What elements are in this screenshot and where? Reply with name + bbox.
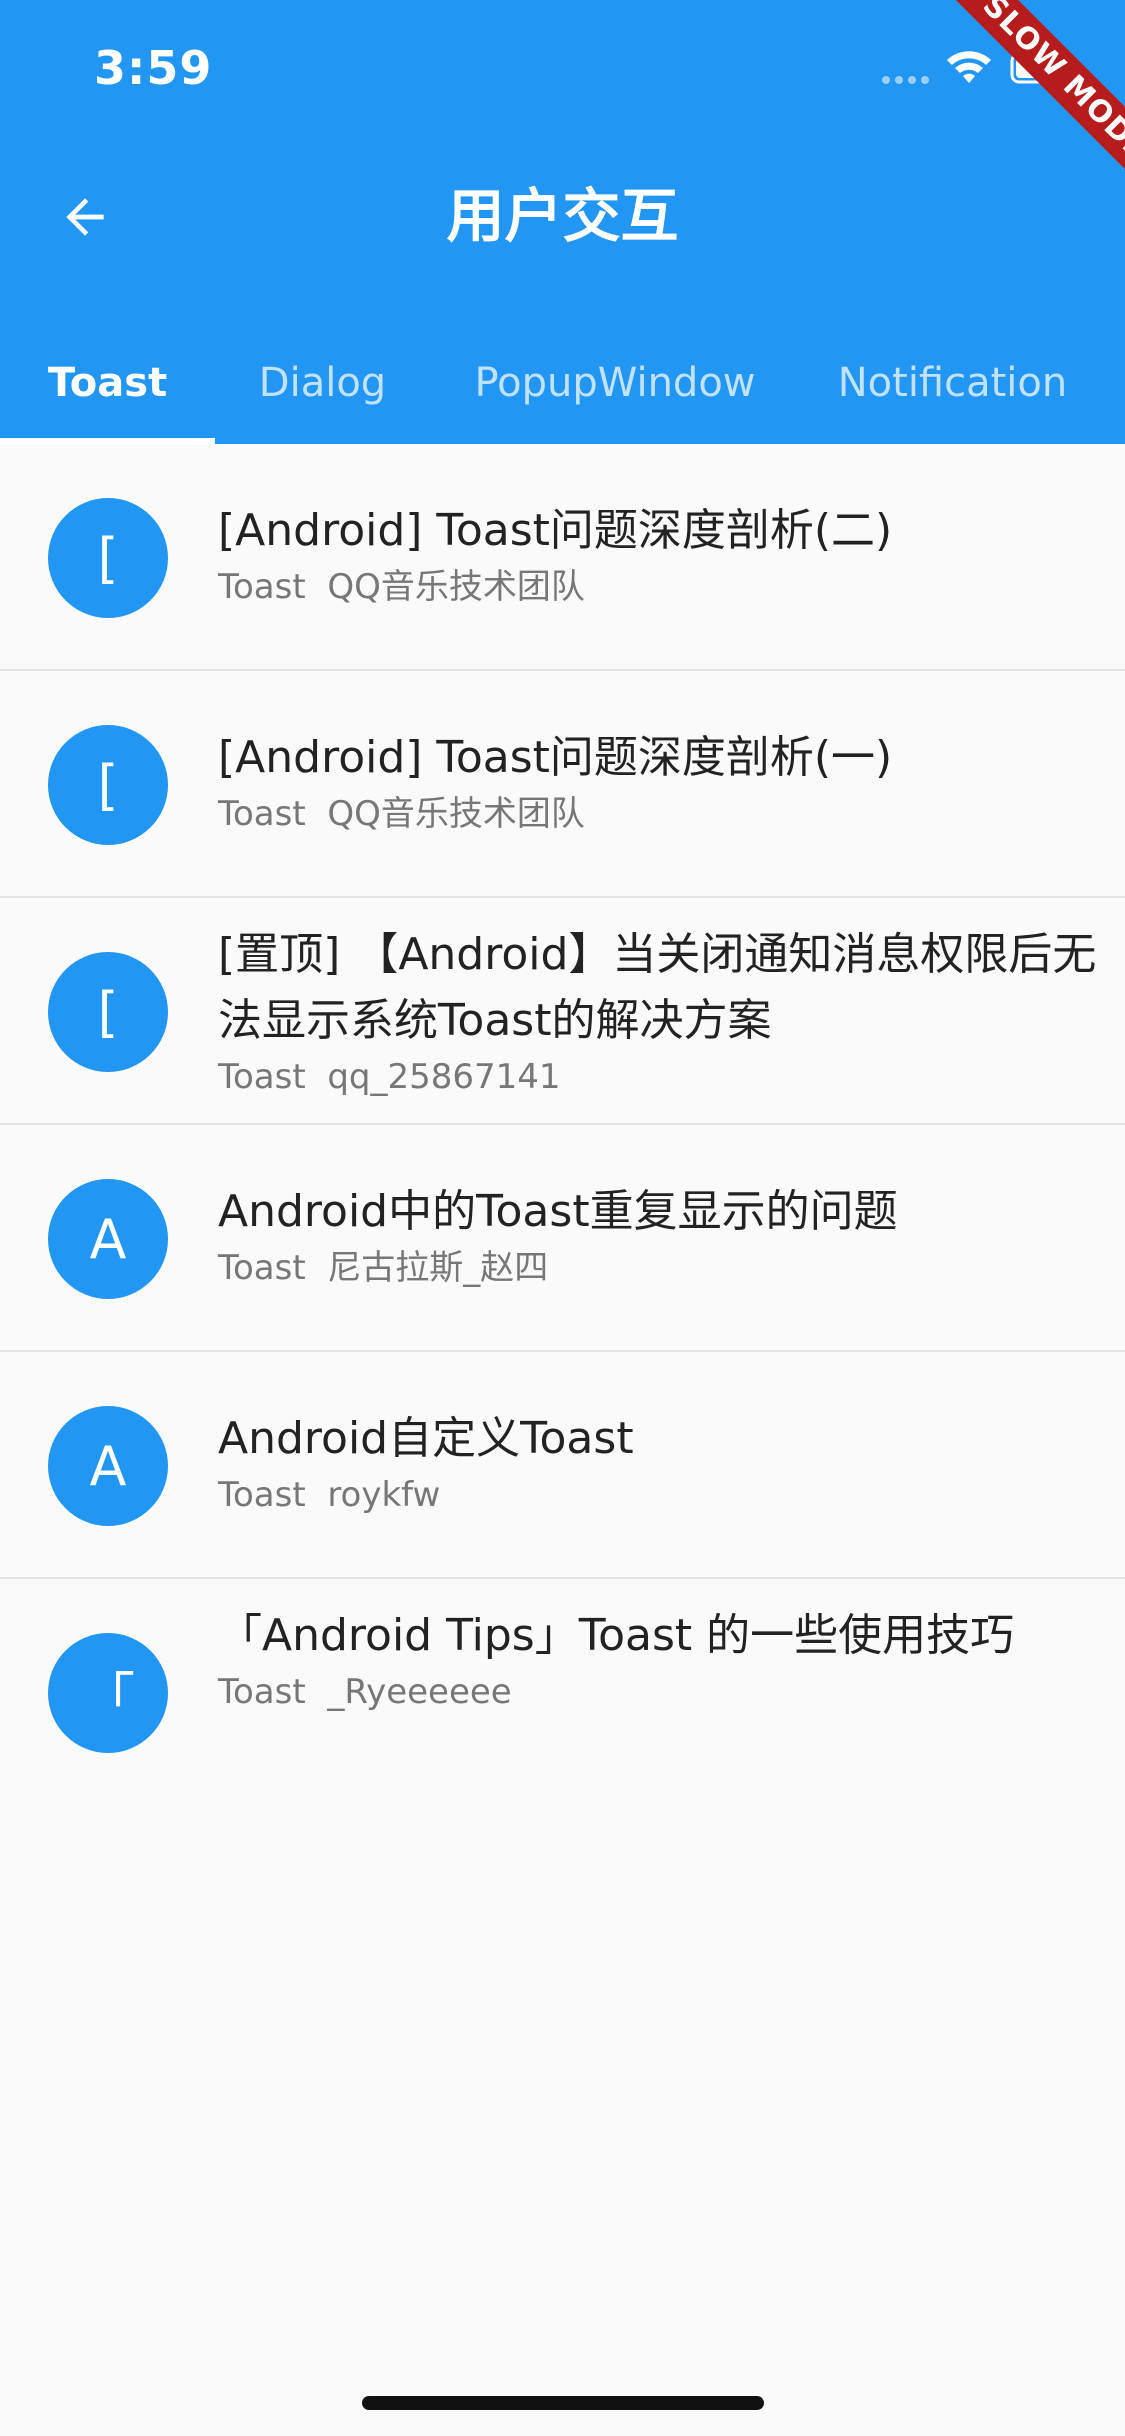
home-indicator [362,2396,764,2410]
list-item-text: Android自定义Toast Toast roykfw [218,1406,1098,1518]
status-time: 3:59 [94,41,213,95]
article-meta: Toast QQ音乐技术团队 [218,564,1098,610]
list-item-text: [置顶] 【Android】当关闭通知消息权限后无法显示系统Toast的解决方案… [218,922,1098,1100]
article-author: roykfw [327,1475,441,1515]
article-author: _Ryeeeeee [327,1672,512,1712]
article-title: Android中的Toast重复显示的问题 [218,1186,898,1237]
list-item-text: [Android] Toast问题深度剖析(一) Toast QQ音乐技术团队 [218,725,1098,837]
debug-banner: SLOW MODE [925,0,1125,200]
article-title: Android自定义Toast [218,1413,634,1464]
avatar: 「 [48,1633,168,1753]
article-title: [Android] Toast问题深度剖析(一) [218,732,893,783]
article-category: Toast [218,794,306,834]
tab-toast[interactable]: Toast [0,322,215,444]
list-item[interactable]: [ [置顶] 【Android】当关闭通知消息权限后无法显示系统Toast的解决… [0,898,1125,1125]
debug-banner-label: SLOW MODE [943,0,1125,200]
app-bar: 3:59 SLOW MODE 用户交互 Toast Dialog PopupWi… [0,0,1125,444]
article-title: 「Android Tips」Toast 的一些使用技巧 [218,1610,1015,1661]
article-category: Toast [218,1672,306,1712]
article-category: Toast [218,1248,306,1288]
article-author: QQ音乐技术团队 [327,794,585,834]
list-item-text: 「Android Tips」Toast 的一些使用技巧 Toast _Ryeee… [218,1603,1098,1715]
tab-bar: Toast Dialog PopupWindow Notification [0,322,1125,444]
article-meta: Toast _Ryeeeeee [218,1669,1098,1715]
tab-label: Toast [47,360,168,406]
article-meta: Toast qq_25867141 [218,1054,1098,1100]
article-author: qq_25867141 [327,1057,561,1097]
page-title: 用户交互 [446,182,679,250]
article-title: [Android] Toast问题深度剖析(二) [218,505,893,556]
article-meta: Toast roykfw [218,1472,1098,1518]
article-meta: Toast 尼古拉斯_赵四 [218,1245,1098,1291]
list-item[interactable]: 「 「Android Tips」Toast 的一些使用技巧 Toast _Rye… [0,1579,1125,1806]
avatar: [ [48,952,168,1072]
tab-notification[interactable]: Notification [800,322,1105,444]
article-category: Toast [218,1475,306,1515]
list-item[interactable]: [ [Android] Toast问题深度剖析(二) Toast QQ音乐技术团… [0,444,1125,671]
avatar: [ [48,725,168,845]
list-item[interactable]: A Android自定义Toast Toast roykfw [0,1352,1125,1579]
article-author: 尼古拉斯_赵四 [327,1248,549,1288]
tab-label: PopupWindow [474,360,756,406]
list-item[interactable]: [ [Android] Toast问题深度剖析(一) Toast QQ音乐技术团… [0,671,1125,898]
tab-label: Notification [837,360,1068,406]
tab-label: Dialog [258,360,387,406]
article-title: [置顶] 【Android】当关闭通知消息权限后无法显示系统Toast的解决方案 [218,929,1097,1046]
avatar: A [48,1406,168,1526]
list-item[interactable]: A Android中的Toast重复显示的问题 Toast 尼古拉斯_赵四 [0,1125,1125,1352]
tab-dialog[interactable]: Dialog [215,322,430,444]
avatar: A [48,1179,168,1299]
list-item-text: Android中的Toast重复显示的问题 Toast 尼古拉斯_赵四 [218,1179,1098,1291]
article-meta: Toast QQ音乐技术团队 [218,791,1098,837]
article-category: Toast [218,567,306,607]
tab-popupwindow[interactable]: PopupWindow [430,322,800,444]
avatar: [ [48,498,168,618]
article-author: QQ音乐技术团队 [327,567,585,607]
list-item-text: [Android] Toast问题深度剖析(二) Toast QQ音乐技术团队 [218,498,1098,610]
article-category: Toast [218,1057,306,1097]
